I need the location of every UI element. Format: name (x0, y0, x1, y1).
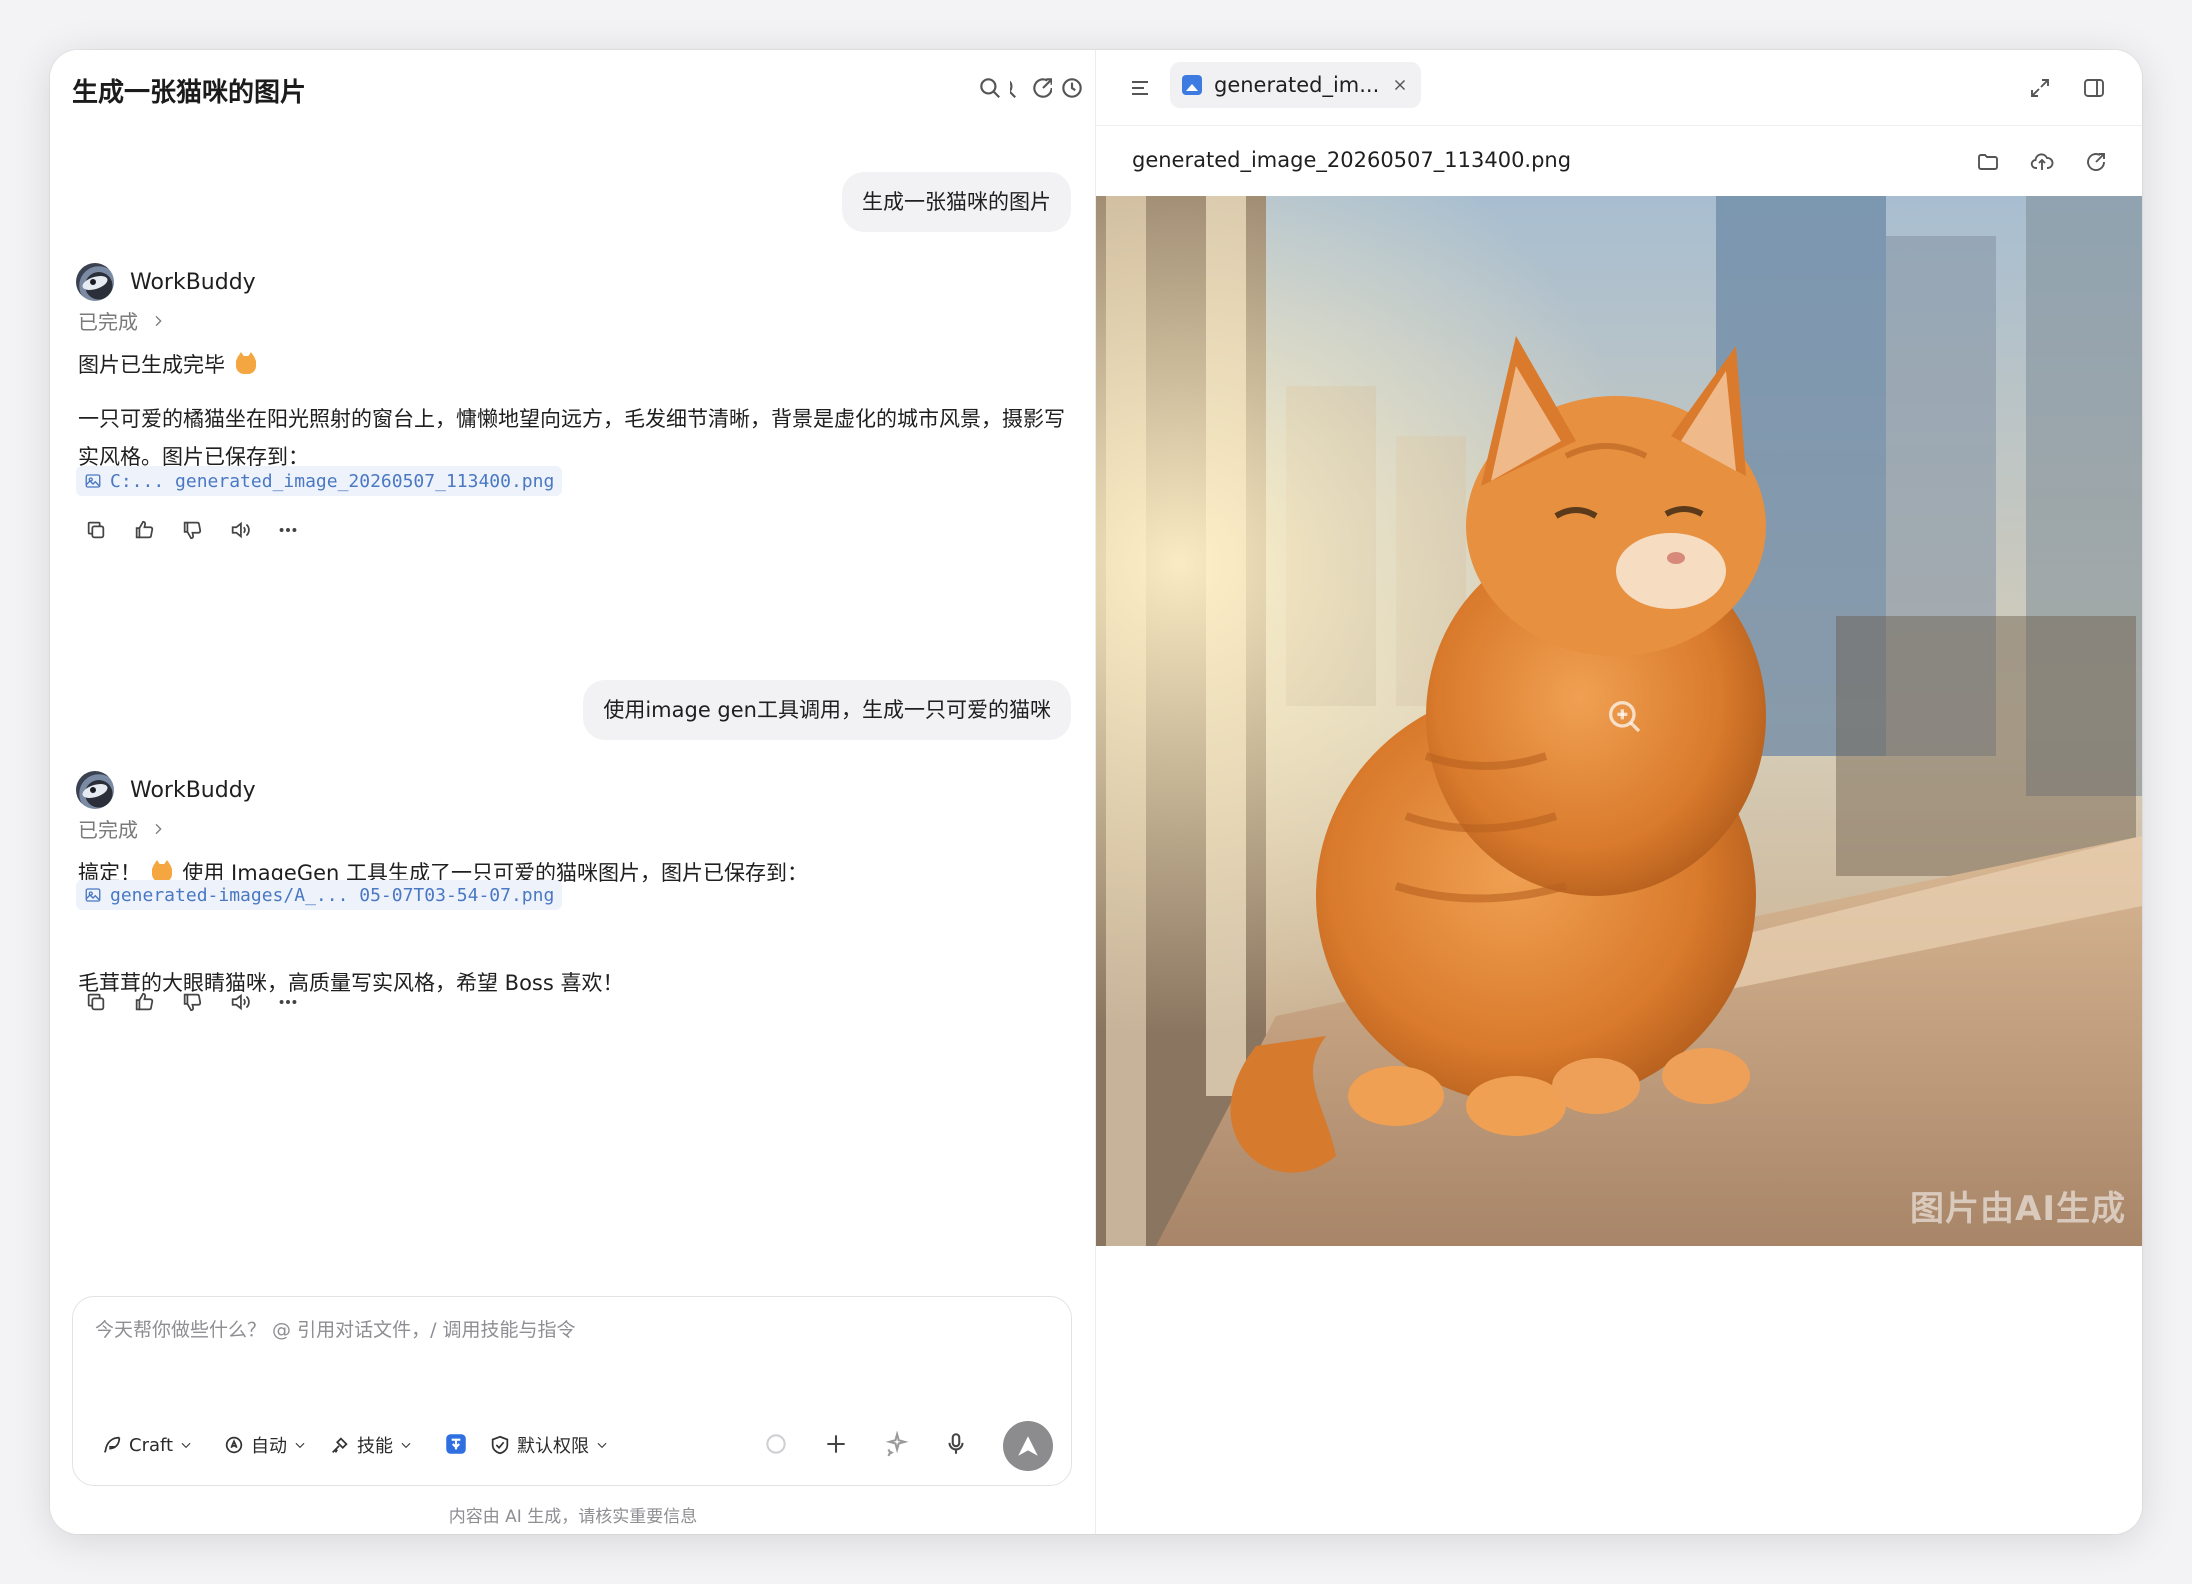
menu-icon[interactable] (1120, 68, 1160, 108)
skills-icon (332, 1437, 348, 1453)
preview-pane: generated_im... generated_image_20260507… (1096, 50, 2142, 1534)
shield-check-icon (491, 1435, 509, 1455)
microphone-icon[interactable] (933, 1421, 979, 1467)
file-path: C:... generated_image_20260507_113400.pn… (110, 470, 555, 492)
search-icon[interactable] (970, 68, 1010, 108)
chevron-down-icon (181, 1442, 191, 1449)
send-button[interactable] (1003, 1421, 1053, 1471)
ai-watermark: 图片由AI生成 (1910, 1189, 2126, 1229)
send-arrow-icon (1018, 1436, 1038, 1456)
mode-label: Craft (129, 1434, 174, 1456)
image-file-icon (85, 474, 101, 488)
chevron-right-icon (155, 315, 162, 326)
zoom-in-icon[interactable] (1604, 696, 1644, 736)
more-icon[interactable] (270, 512, 306, 548)
plugin-icon[interactable] (433, 1421, 479, 1467)
permission-selector[interactable]: 默认权限 (489, 1425, 609, 1465)
sparkle-icon[interactable] (873, 1421, 919, 1467)
avatar (76, 771, 114, 809)
status-toggle[interactable]: 已完成 (78, 306, 166, 335)
composer[interactable]: 今天帮你做些什么？ @ 引用对话文件，/ 调用技能与指令 Craft 自动 技能 (72, 1296, 1072, 1486)
auto-icon (225, 1436, 243, 1454)
thumbs-up-icon[interactable] (126, 512, 162, 548)
upload-icon[interactable] (2022, 142, 2062, 182)
chevron-down-icon (295, 1442, 305, 1449)
message-line: 图片已生成完毕 (78, 353, 225, 377)
status-label: 已完成 (78, 818, 138, 842)
avatar (76, 263, 114, 301)
auto-selector[interactable]: 自动 (223, 1425, 307, 1465)
context-ring-icon[interactable] (753, 1421, 799, 1467)
file-path: generated-images/A_... 05-07T03-54-07.pn… (110, 884, 555, 906)
chevron-right-icon (155, 823, 162, 834)
thumbs-down-icon[interactable] (174, 512, 210, 548)
cat-emoji-icon (235, 352, 256, 374)
image-file-icon (85, 888, 101, 902)
assistant-name: WorkBuddy (130, 777, 256, 803)
folder-icon[interactable] (1968, 142, 2008, 182)
assistant-name: WorkBuddy (130, 269, 256, 295)
copy-icon[interactable] (78, 512, 114, 548)
mode-selector[interactable]: Craft (101, 1425, 193, 1465)
tab-generated-image[interactable]: generated_im... (1170, 62, 1422, 108)
expand-icon[interactable] (2020, 68, 2060, 108)
preview-file-name: generated_image_20260507_113400.png (1132, 148, 1572, 172)
tab-label: generated_im... (1214, 73, 1380, 97)
panel-toggle-icon[interactable] (2074, 68, 2114, 108)
chat-header: 生成一张猫咪的图片 (50, 50, 1096, 130)
thumbs-up-icon[interactable] (126, 984, 162, 1020)
composer-placeholder[interactable]: 今天帮你做些什么？ @ 引用对话文件，/ 调用技能与指令 (95, 1315, 576, 1342)
message-actions (78, 984, 306, 1024)
history-icon[interactable] (1052, 68, 1092, 108)
ai-disclaimer: 内容由 AI 生成，请核实重要信息 (448, 1507, 698, 1527)
image-tab-icon (1182, 75, 1202, 95)
file-link[interactable]: generated-images/A_... 05-07T03-54-07.pn… (76, 880, 563, 910)
thumbs-down-icon[interactable] (174, 984, 210, 1020)
add-icon[interactable] (813, 1421, 859, 1467)
speaker-icon[interactable] (222, 512, 258, 548)
user-message: 生成一张猫咪的图片 (842, 172, 1071, 232)
skills-selector[interactable]: 技能 (329, 1425, 413, 1465)
share-icon[interactable] (2076, 142, 2116, 182)
feather-icon (103, 1436, 121, 1453)
assistant-header: WorkBuddy (76, 260, 256, 304)
auto-label: 自动 (251, 1436, 287, 1457)
generated-cat-image[interactable]: 图片由AI生成 (1096, 196, 2142, 1246)
status-toggle[interactable]: 已完成 (78, 814, 166, 843)
assistant-text: 一只可爱的橘猫坐在阳光照射的窗台上，慵懒地望向远方，毛发细节清晰，背景是虚化的城… (78, 400, 1078, 476)
message-actions (78, 512, 306, 552)
chevron-down-icon (597, 1442, 607, 1449)
close-icon[interactable] (1391, 76, 1409, 94)
message-line: 一只可爱的橘猫坐在阳光照射的窗台上，慵懒地望向远方，毛发细节清晰，背景是虚化的城… (78, 407, 1065, 431)
chat-pane: 生成一张猫咪的图片 生成一张猫咪的图片 WorkBuddy 已完成 图片已生成完… (50, 50, 1096, 1534)
file-link[interactable]: C:... generated_image_20260507_113400.pn… (76, 466, 563, 496)
conversation-title: 生成一张猫咪的图片 (72, 78, 307, 108)
permission-label: 默认权限 (517, 1436, 589, 1457)
assistant-header: WorkBuddy (76, 768, 256, 812)
status-label: 已完成 (78, 310, 138, 334)
skills-label: 技能 (357, 1436, 393, 1457)
chevron-down-icon (401, 1442, 411, 1449)
speaker-icon[interactable] (222, 984, 258, 1020)
assistant-text: 图片已生成完毕 (78, 346, 1078, 384)
copy-icon[interactable] (78, 984, 114, 1020)
more-icon[interactable] (270, 984, 306, 1020)
user-message: 使用image gen工具调用，生成一只可爱的猫咪 (583, 680, 1071, 740)
preview-tabbar: generated_im... (1096, 50, 2142, 126)
app-window: 生成一张猫咪的图片 生成一张猫咪的图片 WorkBuddy 已完成 图片已生成完… (50, 50, 2142, 1534)
